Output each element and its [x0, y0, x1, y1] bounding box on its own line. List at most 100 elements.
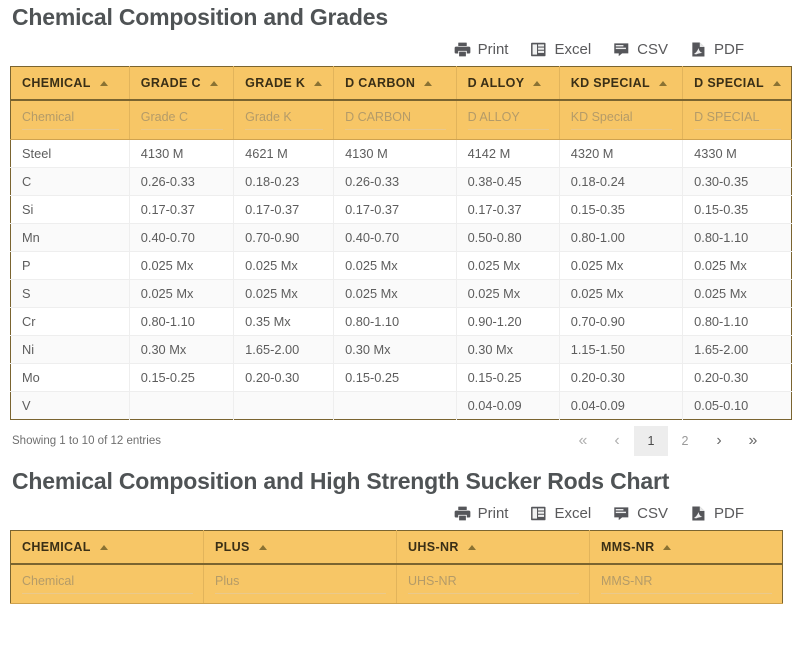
- column-filter-input-grade-c[interactable]: [140, 108, 224, 130]
- pagination-first[interactable]: «: [566, 426, 600, 456]
- column-header-plus[interactable]: PLUS: [203, 530, 397, 565]
- column-filter-input-kd-special[interactable]: [570, 108, 673, 130]
- table-cell: 0.025 Mx: [129, 251, 235, 280]
- print-button-label: Print: [477, 40, 509, 58]
- column-header-label: KD SPECIAL: [570, 76, 650, 90]
- table-cell: 0.35 Mx: [233, 307, 335, 336]
- column-header-chemical[interactable]: CHEMICAL: [10, 66, 130, 101]
- column-filter-input-d-carbon[interactable]: [345, 108, 446, 130]
- column-header-uhs-nr[interactable]: UHS-NR: [396, 530, 590, 565]
- excel-icon: [530, 505, 547, 522]
- column-header-label: CHEMICAL: [22, 540, 91, 554]
- sort-ascending-icon[interactable]: [314, 80, 323, 86]
- table-cell: 0.26-0.33: [333, 167, 457, 196]
- table-row: Steel 4130 M 4621 M 4130 M 4142 M 4320 M 4330 …: [10, 139, 792, 168]
- table-cell: 4320 M: [559, 139, 684, 168]
- pagination-next[interactable]: ›: [702, 426, 736, 456]
- table-cell: 0.025 Mx: [233, 251, 335, 280]
- table-2-header-row: CHEMICAL PLUS UHS-NR MMS-NR: [10, 530, 783, 565]
- table-cell: 4621 M: [233, 139, 335, 168]
- excel-button[interactable]: Excel: [530, 41, 591, 58]
- table-cell: Ni: [10, 335, 130, 364]
- column-filter-input-mms-nr[interactable]: [601, 572, 772, 594]
- sort-ascending-icon[interactable]: [99, 544, 108, 550]
- print-button-2[interactable]: Print: [454, 505, 508, 522]
- table-cell: Cr: [10, 307, 130, 336]
- table-cell: 0.30 Mx: [333, 335, 457, 364]
- column-filter-input-plus[interactable]: [215, 572, 386, 594]
- printer-icon: [454, 505, 471, 522]
- column-filter-input-chemical[interactable]: [22, 108, 119, 130]
- pdf-button-label: PDF: [714, 40, 744, 58]
- sort-ascending-icon[interactable]: [424, 80, 433, 86]
- page-root: Chemical Composition and Grades Print Ex…: [0, 0, 800, 656]
- sort-ascending-icon[interactable]: [772, 80, 781, 86]
- table-cell: 0.04-0.09: [456, 391, 560, 420]
- pdf-button-2[interactable]: PDF: [690, 505, 744, 522]
- table-cell: 0.04-0.09: [559, 391, 684, 420]
- table-cell: 0.025 Mx: [233, 279, 335, 308]
- column-header-mms-nr[interactable]: MMS-NR: [589, 530, 783, 565]
- column-header-d-carbon[interactable]: D CARBON: [333, 66, 457, 101]
- sort-ascending-icon[interactable]: [533, 80, 542, 86]
- table-cell: 4330 M: [682, 139, 792, 168]
- sort-ascending-icon[interactable]: [467, 544, 476, 550]
- column-header-d-special[interactable]: D SPECIAL: [682, 66, 792, 101]
- column-filter-cell: [233, 100, 335, 140]
- table-cell: C: [10, 167, 130, 196]
- table-cell: 0.15-0.35: [682, 195, 792, 224]
- excel-button-label-2: Excel: [554, 504, 592, 522]
- table-cell: 0.40-0.70: [333, 223, 457, 252]
- sort-ascending-icon[interactable]: [658, 80, 667, 86]
- table-row: V 0.04-0.09 0.04-0.09 0.05-0.10: [10, 391, 792, 420]
- column-filter-cell: [396, 564, 590, 604]
- table-cell: 0.20-0.30: [233, 363, 335, 392]
- column-filter-input-chemical[interactable]: [22, 572, 193, 594]
- table-1-header-row: CHEMICAL GRADE C GRADE K D CARBON D ALLOY KD …: [10, 66, 792, 101]
- column-header-grade-c[interactable]: GRADE C: [129, 66, 235, 101]
- sort-ascending-icon[interactable]: [99, 80, 108, 86]
- csv-button-2[interactable]: CSV: [613, 505, 668, 522]
- column-filter-input-grade-k[interactable]: [245, 108, 324, 130]
- column-header-d-alloy[interactable]: D ALLOY: [456, 66, 560, 101]
- pagination-page-2[interactable]: 2: [668, 426, 702, 456]
- table-cell: 0.025 Mx: [456, 251, 560, 280]
- table-cell: 1.15-1.50: [559, 335, 684, 364]
- column-filter-cell: [456, 100, 560, 140]
- table-cell: 0.70-0.90: [559, 307, 684, 336]
- table-wrapper-1: CHEMICAL GRADE C GRADE K D CARBON D ALLOY KD …: [8, 66, 792, 420]
- csv-button[interactable]: CSV: [613, 41, 668, 58]
- table-cell: 0.17-0.37: [129, 195, 235, 224]
- table-cell: 0.38-0.45: [456, 167, 560, 196]
- print-button[interactable]: Print: [454, 40, 509, 58]
- pagination-page-1[interactable]: 1: [634, 426, 668, 456]
- table-cell: 1.65-2.00: [233, 335, 335, 364]
- pdf-button[interactable]: PDF: [690, 41, 744, 58]
- pdf-button-label-2: PDF: [714, 504, 744, 522]
- pagination-last[interactable]: »: [736, 426, 770, 456]
- table-1-footer: Showing 1 to 10 of 12 entries «‹ 1 2 ›»: [8, 420, 792, 462]
- sort-ascending-icon[interactable]: [663, 544, 672, 550]
- table-cell: 0.025 Mx: [682, 279, 792, 308]
- table-cell: 0.025 Mx: [682, 251, 792, 280]
- table-row: Mo 0.15-0.25 0.20-0.30 0.15-0.25 0.15-0.25 0.…: [10, 363, 792, 392]
- table-cell: 0.30 Mx: [129, 335, 235, 364]
- sucker-rods-table: CHEMICAL PLUS UHS-NR MMS-NR: [10, 530, 783, 604]
- column-header-chemical[interactable]: CHEMICAL: [10, 530, 204, 565]
- sort-ascending-icon[interactable]: [209, 80, 218, 86]
- table-cell: 0.18-0.23: [233, 167, 335, 196]
- column-header-grade-k[interactable]: GRADE K: [233, 66, 335, 101]
- table-2-filter-row: [10, 564, 783, 604]
- table-cell: 0.05-0.10: [682, 391, 792, 420]
- column-filter-input-uhs-nr[interactable]: [408, 572, 579, 594]
- column-header-kd-special[interactable]: KD SPECIAL: [559, 66, 684, 101]
- column-filter-input-d-alloy[interactable]: [467, 108, 549, 130]
- pagination-prev[interactable]: ‹: [600, 426, 634, 456]
- table-cell: 0.80-1.10: [682, 223, 792, 252]
- column-filter-input-d-special[interactable]: [694, 108, 781, 130]
- table-1-filter-row: [10, 100, 792, 140]
- sort-ascending-icon[interactable]: [258, 544, 267, 550]
- table-cell: Steel: [10, 139, 130, 168]
- table-cell: 0.18-0.24: [559, 167, 684, 196]
- excel-button-2[interactable]: Excel: [530, 505, 591, 522]
